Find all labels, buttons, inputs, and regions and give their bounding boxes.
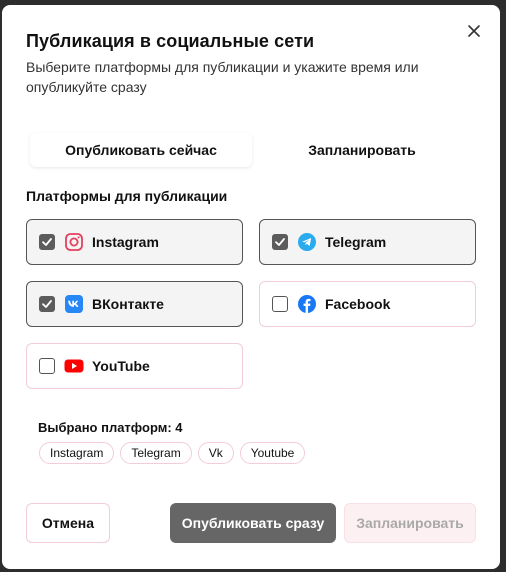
publish-dialog: Публикация в социальные сети Выберите пл… bbox=[2, 5, 500, 569]
facebook-icon bbox=[297, 294, 317, 314]
dialog-description: Выберите платформы для публикации и укаж… bbox=[26, 59, 419, 95]
vk-checkbox[interactable] bbox=[39, 296, 55, 312]
dialog-title: Публикация в социальные сети bbox=[26, 31, 315, 51]
platforms-section-label: Платформы для публикации bbox=[26, 188, 228, 204]
instagram-checkbox[interactable] bbox=[39, 234, 55, 250]
chip-instagram: Instagram bbox=[39, 442, 115, 464]
schedule-button[interactable]: Запланировать bbox=[344, 503, 476, 543]
check-icon bbox=[42, 300, 52, 308]
instagram-icon bbox=[64, 232, 84, 252]
platform-telegram[interactable]: Telegram bbox=[259, 219, 476, 265]
youtube-checkbox[interactable] bbox=[39, 358, 55, 374]
telegram-checkbox[interactable] bbox=[272, 234, 288, 250]
tab-schedule[interactable]: Запланировать bbox=[254, 133, 470, 167]
chip-vk: Vk bbox=[197, 442, 234, 464]
platform-vk[interactable]: ВКонтакте bbox=[26, 281, 243, 327]
selected-count: Выбрано платформ: 4 bbox=[38, 420, 183, 435]
facebook-checkbox[interactable] bbox=[272, 296, 288, 312]
tab-publish-now[interactable]: Опубликовать сейчас bbox=[30, 133, 252, 167]
platform-label: Facebook bbox=[325, 296, 391, 312]
platform-instagram[interactable]: Instagram bbox=[26, 219, 243, 265]
publish-now-button[interactable]: Опубликовать сразу bbox=[170, 503, 336, 543]
chip-youtube: Youtube bbox=[239, 442, 306, 464]
youtube-icon bbox=[64, 356, 84, 376]
platform-label: YouTube bbox=[92, 358, 150, 374]
selected-platform-chips: Instagram Telegram Vk Youtube bbox=[39, 442, 306, 464]
platform-youtube[interactable]: YouTube bbox=[26, 343, 243, 389]
telegram-icon bbox=[297, 232, 317, 252]
platform-facebook[interactable]: Facebook bbox=[259, 281, 476, 327]
platform-label: Instagram bbox=[92, 234, 159, 250]
check-icon bbox=[275, 238, 285, 246]
platform-label: ВКонтакте bbox=[92, 296, 164, 312]
close-button[interactable] bbox=[464, 21, 484, 41]
check-icon bbox=[42, 238, 52, 246]
platform-label: Telegram bbox=[325, 234, 387, 250]
close-icon bbox=[468, 25, 480, 37]
chip-telegram: Telegram bbox=[120, 442, 192, 464]
vk-icon bbox=[64, 294, 84, 314]
cancel-button[interactable]: Отмена bbox=[26, 503, 110, 543]
